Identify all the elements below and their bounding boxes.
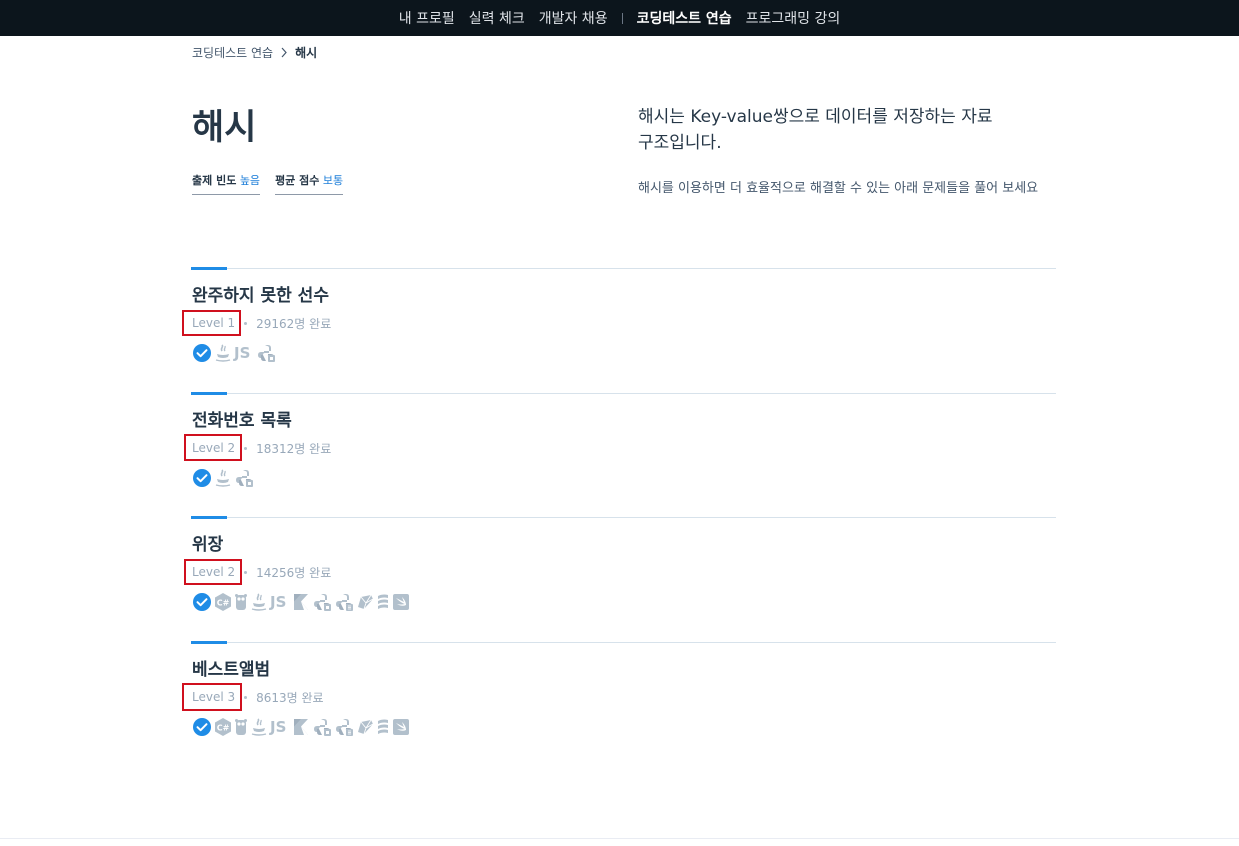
nav-item-developer-jobs[interactable]: 개발자 채용 xyxy=(532,8,615,28)
nav-item-skill-check[interactable]: 실력 체크 xyxy=(462,8,532,28)
csharp-icon: C# xyxy=(214,592,232,612)
python-icon xyxy=(234,468,254,488)
problem-item[interactable]: 위장 Level 2 14256명 완료 C# JS xyxy=(191,516,1056,641)
language-js: JS xyxy=(270,717,290,737)
problem-completed-count: 29162명 완료 xyxy=(256,316,332,331)
nav-item-lectures[interactable]: 프로그래밍 강의 xyxy=(739,8,848,28)
go-icon xyxy=(234,717,248,737)
java-icon xyxy=(214,343,232,363)
top-navigation-items: 내 프로필 실력 체크 개발자 채용 코딩테스트 연습 프로그래밍 강의 xyxy=(0,0,1239,36)
java-icon xyxy=(214,468,232,488)
js-icon: JS xyxy=(270,718,287,736)
level-highlight-box xyxy=(184,559,242,585)
problem-languages: C# JS xyxy=(192,592,412,612)
ruby-icon xyxy=(356,717,374,737)
problem-languages: JS xyxy=(192,343,278,363)
problem-title[interactable]: 전화번호 목록 xyxy=(192,409,292,433)
scala-icon xyxy=(376,717,390,737)
problem-completed-count: 8613명 완료 xyxy=(256,690,324,705)
problem-accent-bar xyxy=(191,641,227,644)
language-js: JS xyxy=(234,343,254,363)
swift-icon xyxy=(392,592,410,612)
problem-accent-bar xyxy=(191,392,227,395)
nav-item-coding-test[interactable]: 코딩테스트 연습 xyxy=(630,8,739,28)
intro-title: 해시는 Key-value쌍으로 데이터를 저장하는 자료구조입니다. xyxy=(638,107,993,153)
js-icon: JS xyxy=(234,344,251,362)
kotlin-icon xyxy=(292,717,310,737)
check-icon xyxy=(192,468,212,488)
python-icon xyxy=(312,592,332,612)
svg-text:C#: C# xyxy=(217,599,230,608)
top-navigation: 내 프로필 실력 체크 개발자 채용 코딩테스트 연습 프로그래밍 강의 xyxy=(0,0,1239,36)
stat-average-score-label: 평균 점수 xyxy=(275,174,320,187)
python-icon xyxy=(312,717,332,737)
csharp-icon: C# xyxy=(214,717,232,737)
problem-languages: C# JS xyxy=(192,717,412,737)
problem-languages xyxy=(192,468,256,488)
stat-frequency-label: 출제 빈도 xyxy=(192,174,237,187)
language-js: JS xyxy=(270,592,290,612)
problem-accent-bar xyxy=(191,516,227,519)
ruby-icon xyxy=(356,592,374,612)
chevron-right-icon xyxy=(280,47,288,58)
problem-completed-count: 14256명 완료 xyxy=(256,565,332,580)
breadcrumb-parent[interactable]: 코딩테스트 연습 xyxy=(192,44,273,61)
stat-average-score: 평균 점수 보통 xyxy=(275,172,344,195)
level-highlight-box xyxy=(182,310,241,336)
meta-separator-dot xyxy=(244,570,248,574)
go-icon xyxy=(234,592,248,612)
problem-title[interactable]: 위장 xyxy=(192,533,223,557)
meta-separator-dot xyxy=(244,321,248,325)
intro-description: 해시를 이용하면 더 효율적으로 해결할 수 있는 아래 문제들을 풀어 보세요 xyxy=(638,181,1039,196)
java-icon xyxy=(250,717,268,737)
check-icon xyxy=(192,343,212,363)
swift-icon xyxy=(392,717,410,737)
problem-title[interactable]: 베스트앨범 xyxy=(192,658,270,682)
python3-icon xyxy=(334,717,354,737)
problem-item[interactable]: 전화번호 목록 Level 2 18312명 완료 xyxy=(191,392,1056,517)
kotlin-icon xyxy=(292,592,310,612)
nav-divider xyxy=(621,12,623,24)
python3-icon xyxy=(334,592,354,612)
meta-separator-dot xyxy=(244,695,248,699)
problem-completed-count: 18312명 완료 xyxy=(256,441,332,456)
stat-frequency-value: 높음 xyxy=(239,174,261,187)
java-icon xyxy=(250,592,268,612)
stat-average-score-value: 보통 xyxy=(322,174,344,187)
svg-text:C#: C# xyxy=(217,724,230,733)
footer-divider xyxy=(0,838,1239,839)
nav-item-my-profile[interactable]: 내 프로필 xyxy=(392,8,462,28)
scala-icon xyxy=(376,592,390,612)
python-icon xyxy=(256,343,276,363)
check-icon xyxy=(192,717,212,737)
problem-title[interactable]: 완주하지 못한 선수 xyxy=(192,284,329,308)
check-icon xyxy=(192,592,212,612)
stats: 출제 빈도 높음 평균 점수 보통 xyxy=(192,172,358,195)
stat-frequency: 출제 빈도 높음 xyxy=(192,172,261,195)
problem-accent-bar xyxy=(191,267,227,270)
level-highlight-box xyxy=(184,434,242,461)
problem-item[interactable]: 베스트앨범 Level 3 8613명 완료 C# JS xyxy=(191,641,1056,766)
breadcrumb: 코딩테스트 연습 해시 xyxy=(192,44,317,60)
page-title: 해시 xyxy=(192,108,257,148)
level-highlight-box xyxy=(182,683,242,711)
js-icon: JS xyxy=(270,593,287,611)
meta-separator-dot xyxy=(244,446,248,450)
breadcrumb-current: 해시 xyxy=(295,45,318,60)
problem-item[interactable]: 완주하지 못한 선수 Level 1 29162명 완료 JS xyxy=(191,267,1056,392)
